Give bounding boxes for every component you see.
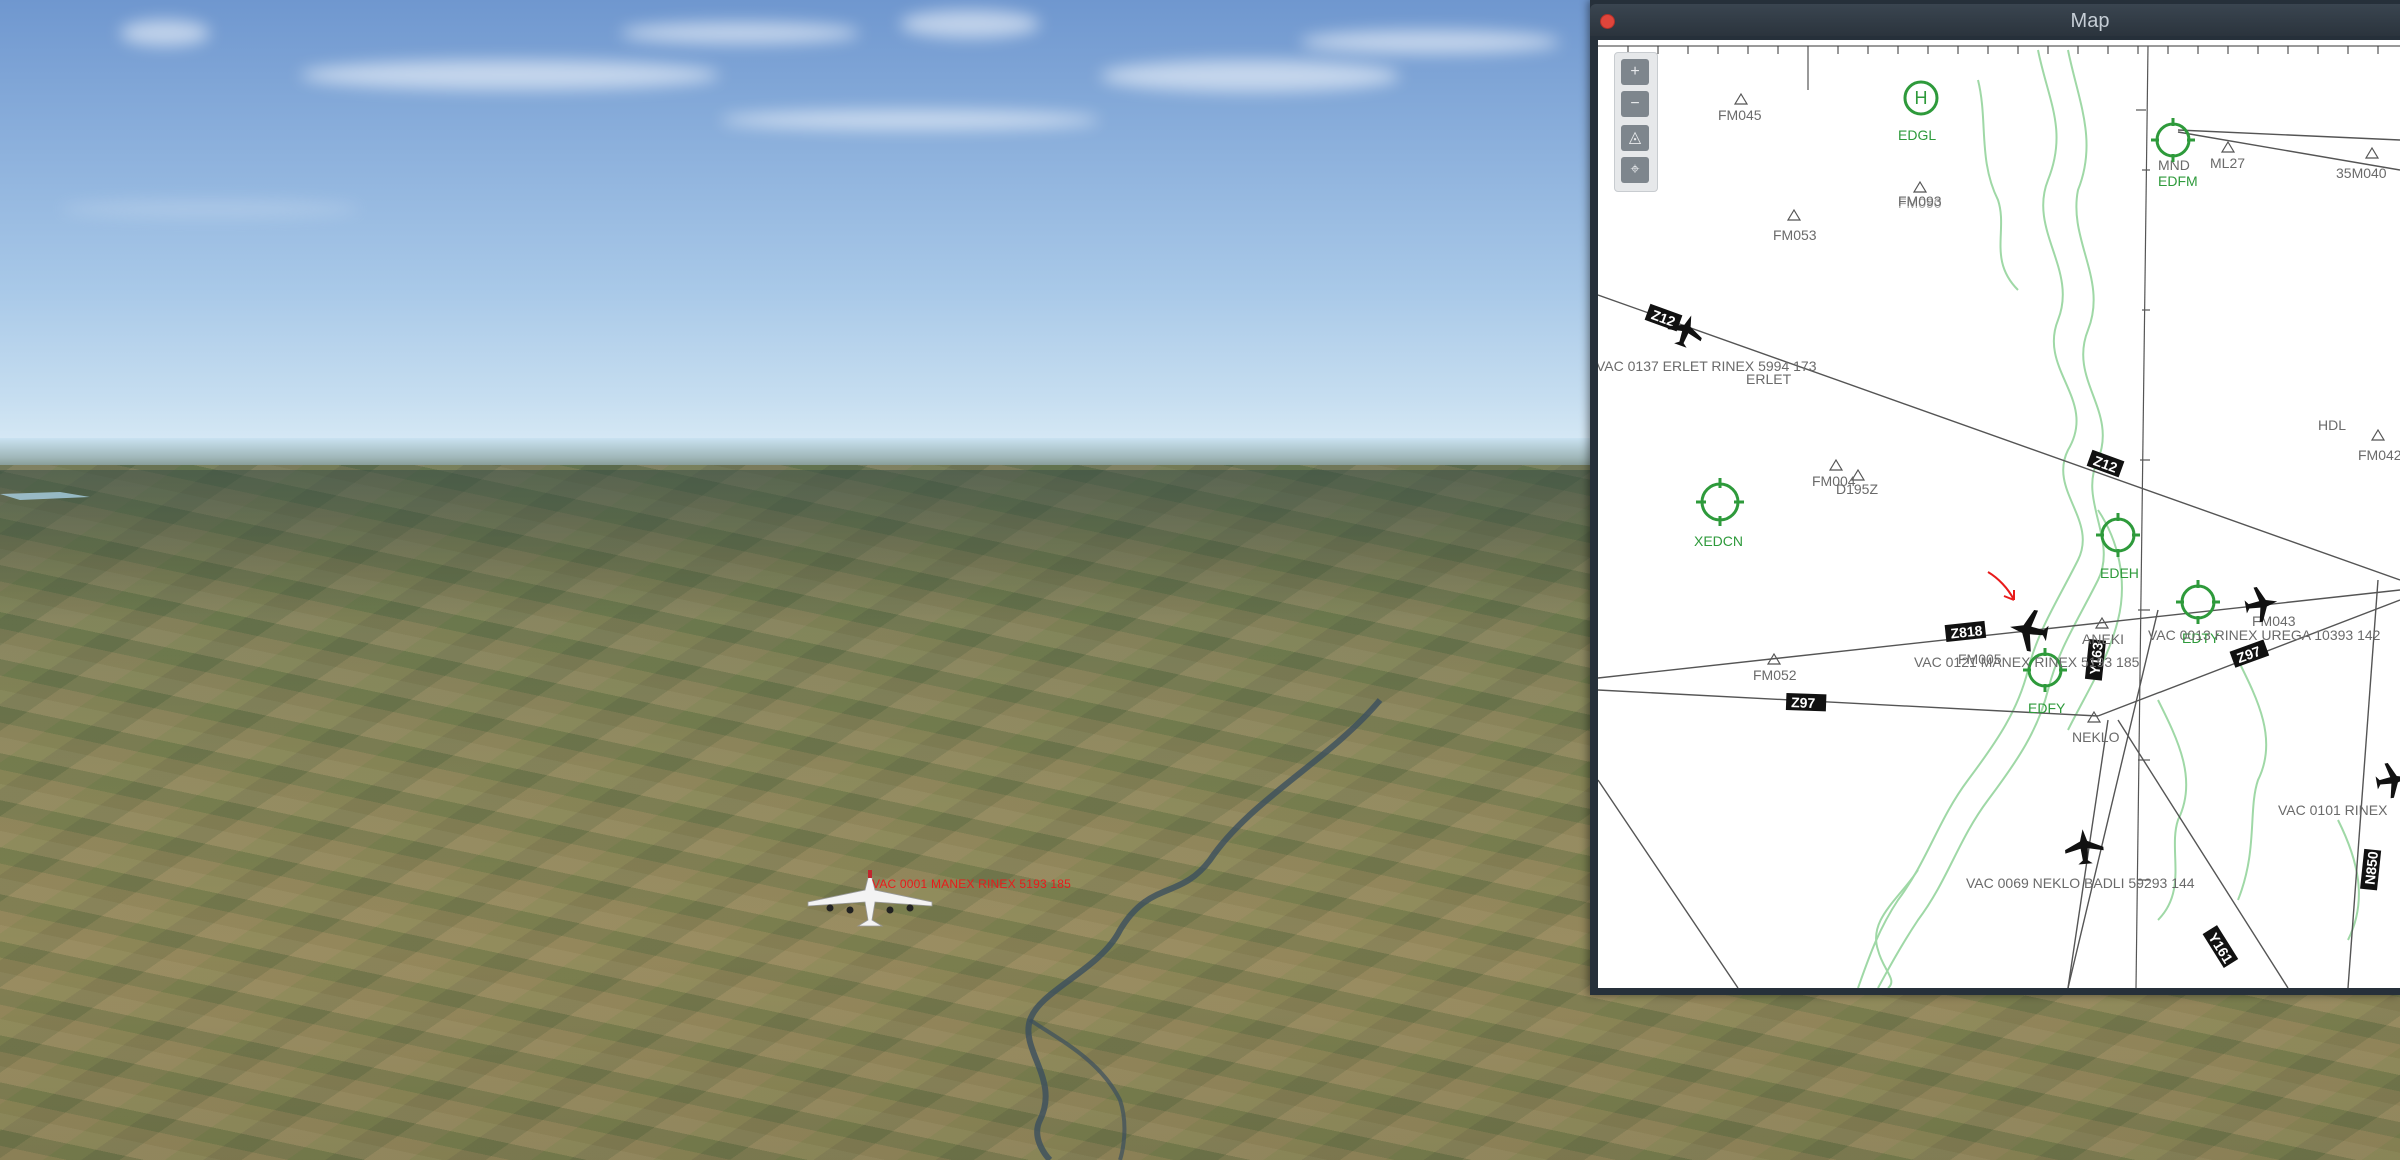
center-button[interactable]: ⌖ [1621,157,1649,183]
fix-label: D195Z [1836,481,1878,497]
map-canvas[interactable]: Z12 Z12 Z818 Z97 Z97 Y163 Y161 N850 FM04… [1598,40,2400,988]
traffic-aircraft[interactable] [1664,310,2400,866]
airport-label: EDGL [1898,127,1936,143]
fix-label: 35M040 [2336,165,2387,181]
fix-labels: FM045 FM093 FM090 FM053 ERLET FM004 D195… [1718,107,2400,745]
fix-label: HDL [2318,417,2346,433]
fix-label: FM052 [1753,667,1797,683]
heliport-icon: H [1915,88,1928,108]
river [0,492,1383,1160]
fix-label: ML27 [2210,155,2245,171]
traffic-label: VAC 0121 MANEX RINEX 5193 185 [1914,654,2140,670]
svg-text:Z97: Z97 [1791,694,1816,711]
map-titlebar[interactable]: Map [1590,4,2400,36]
map-river [1857,49,2360,988]
airport-label: XEDCN [1694,533,1743,549]
window-title: Map [2070,10,2110,32]
zoom-in-button[interactable]: + [1621,59,1649,85]
aircraft-icon [2010,609,2049,652]
traffic-label: VAC 0101 RINEX [2278,802,2388,818]
map-window: Map Z12 Z12 Z818 Z97 Z97 Y163 Y161 N850 … [1590,0,2400,995]
airport-label: EDFY [2028,700,2066,716]
map-scale-ticks [1598,45,2400,90]
fix-label: FM053 [1773,227,1817,243]
fix-label: FM045 [1718,107,1762,123]
map-chart[interactable]: Z12 Z12 Z818 Z97 Z97 Y163 Y161 N850 FM04… [1598,40,2400,988]
traffic-label: VAC 0137 ERLET RINEX 5994 173 [1598,358,1817,374]
svg-text:N850: N850 [2362,850,2381,885]
own-aircraft-arrow-icon [1987,571,2015,601]
map-controls: + − ◬ ⌖ [1614,52,1658,192]
fix-label: NEKLO [2072,729,2120,745]
toggle-3d-button[interactable]: ◬ [1621,125,1649,151]
fix-label: ANEKI [2082,631,2124,647]
aircraft-label: VAC 0001 MANEX RINEX 5193 185 [872,877,1072,891]
traffic-label: VAC 0013 RINEX UREGA 10393 142 [2148,627,2381,643]
aircraft-icon [2375,763,2400,799]
fix-label: FM090 [1898,195,1942,211]
traffic-label: VAC 0069 NEKLO BADLI 59293 144 [1966,875,2195,891]
airport-label: EDFM [2158,173,2198,189]
map-routes [1598,129,2400,988]
map-meridian [2135,45,2150,988]
airport-label: EDEH [2100,565,2139,581]
zoom-out-button[interactable]: − [1621,91,1649,117]
fix-label: FM042 [2358,447,2400,463]
svg-text:Z818: Z818 [1950,622,1984,641]
